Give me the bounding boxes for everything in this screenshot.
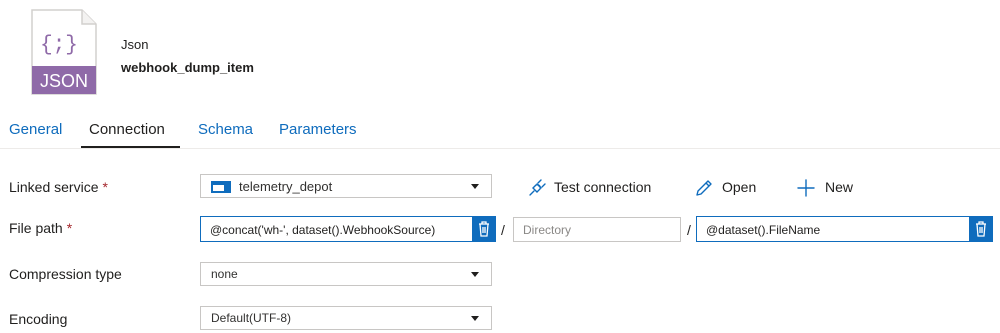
open-button[interactable]: Open (694, 178, 764, 198)
encoding-label: Encoding (9, 311, 68, 327)
file-name-value: @dataset().FileName (706, 223, 821, 237)
tab-connection[interactable]: Connection (89, 121, 165, 138)
new-button[interactable]: New (796, 178, 860, 198)
clear-container-button[interactable] (472, 216, 496, 242)
path-separator: / (501, 222, 505, 238)
path-separator: / (687, 222, 691, 238)
linked-service-label-text: Linked service (9, 179, 99, 195)
directory-input[interactable]: Directory (513, 217, 681, 242)
test-connection-label: Test connection (554, 179, 652, 195)
tab-general[interactable]: General (9, 121, 62, 138)
dataset-type: Json (121, 37, 149, 52)
encoding-dropdown[interactable]: Default(UTF-8) (200, 306, 492, 330)
linked-service-icon (211, 181, 231, 193)
plug-icon (529, 179, 546, 196)
required-marker: * (102, 179, 108, 195)
plus-icon (797, 179, 815, 197)
tab-divider (0, 148, 1000, 149)
open-label: Open (722, 179, 757, 195)
chevron-down-icon (471, 316, 479, 321)
dataset-name: webhook_dump_item (121, 60, 254, 75)
pencil-icon (696, 180, 712, 196)
tab-schema[interactable]: Schema (198, 121, 253, 138)
json-label: JSON (40, 71, 88, 91)
file-name-input[interactable]: @dataset().FileName (696, 216, 993, 242)
compression-type-dropdown[interactable]: none (200, 262, 492, 286)
compression-type-label: Compression type (9, 266, 122, 282)
json-file-icon: {;} JSON (31, 9, 97, 95)
file-path-label-text: File path (9, 220, 63, 236)
tab-parameters[interactable]: Parameters (279, 121, 357, 138)
test-connection-button[interactable]: Test connection (527, 178, 657, 198)
linked-service-value: telemetry_depot (239, 179, 333, 194)
linked-service-label: Linked service * (9, 179, 108, 195)
compression-type-value: none (211, 267, 238, 281)
chevron-down-icon (471, 184, 479, 189)
encoding-value: Default(UTF-8) (211, 311, 292, 325)
chevron-down-icon (471, 272, 479, 277)
directory-placeholder: Directory (523, 223, 572, 237)
container-path-input[interactable]: @concat('wh-', dataset().WebhookSource) (200, 216, 496, 242)
linked-service-dropdown[interactable]: telemetry_depot (200, 174, 492, 198)
trash-icon (479, 221, 489, 237)
required-marker: * (66, 220, 73, 236)
trash-icon (976, 221, 986, 237)
new-label: New (825, 179, 854, 195)
file-path-label: File path * (9, 220, 72, 236)
container-path-value: @concat('wh-', dataset().WebhookSource) (210, 223, 436, 237)
json-glyph: {;} (40, 34, 78, 57)
clear-file-name-button[interactable] (969, 216, 993, 242)
